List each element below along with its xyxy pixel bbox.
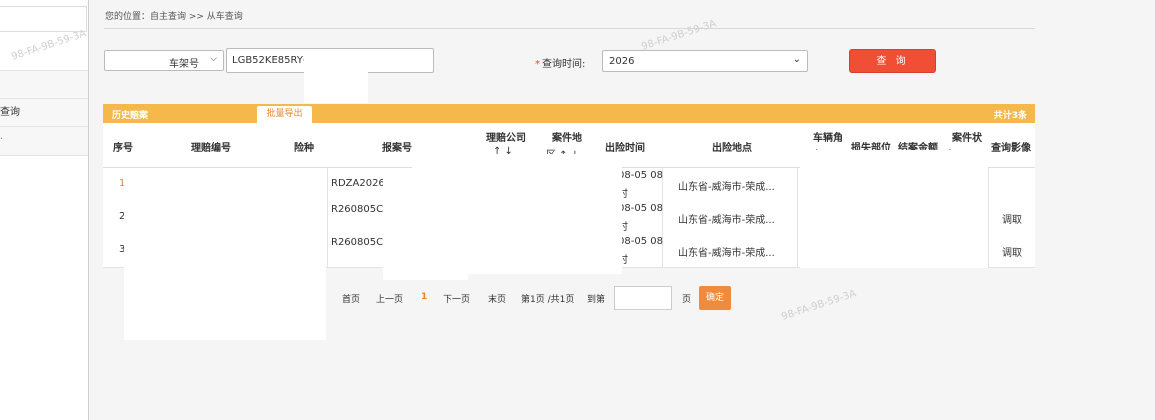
pager-info: 第1页 /共1页 [521, 295, 575, 305]
accident-time: 08-05 08 [618, 203, 663, 214]
chevron-down-icon: ⌵ [210, 54, 217, 64]
breadcrumb: 您的位置：自主查询 >> 从车查询 [105, 12, 243, 22]
pager-goto-label: 到第 [587, 295, 606, 305]
search-type-value: 车架号 [169, 59, 199, 70]
col-header-accident-time: 出险时间 [605, 143, 645, 154]
results-header-band: 历史赔案 批量导出 共计3条 [103, 104, 1035, 123]
sidebar-search-box[interactable] [0, 6, 87, 32]
accident-location: 山东省-威海市-荣成... [678, 215, 775, 226]
search-type-select[interactable]: 车架号 ⌵ [104, 50, 224, 71]
pager-last[interactable]: 末页 [488, 292, 506, 305]
report-number: R260805C0 [331, 237, 390, 248]
left-sidebar: 查询 · [0, 0, 89, 420]
view-image-link[interactable]: 调取 [1002, 211, 1022, 226]
view-image-link[interactable]: 调取 [1002, 244, 1022, 259]
watermark: 98-FA-9B-59-3A [780, 288, 858, 323]
col-header-claim-no: 理赔编号 [191, 143, 231, 154]
pager-first[interactable]: 首页 [342, 292, 360, 305]
query-year-value: 2026 [609, 56, 635, 67]
accident-time: 08-05 08 [618, 236, 663, 247]
accident-location: 山东省-威海市-荣成... [678, 248, 775, 259]
query-time-label: * 查询时间: [535, 55, 585, 70]
sidebar-item-label: · [0, 134, 4, 145]
pager-next[interactable]: 下一页 [443, 292, 470, 305]
required-mark: * [535, 59, 540, 70]
pager-unit-label: 页 [682, 295, 692, 305]
query-button[interactable]: 查 询 [849, 49, 936, 73]
page-number-input[interactable] [614, 286, 672, 310]
col-header-case-status[interactable]: 案件状 [952, 129, 982, 144]
accident-time: 08-05 08 [618, 170, 663, 181]
pager-prev[interactable]: 上一页 [376, 292, 403, 305]
batch-export-button[interactable]: 批量导出 [257, 106, 312, 123]
col-header-accident-location: 出险地点 [712, 143, 752, 154]
query-year-select[interactable]: 2026 ⌄ [602, 50, 808, 72]
sidebar-item-label: 查询 [0, 107, 20, 118]
redaction-block [800, 150, 988, 268]
sidebar-item[interactable] [0, 70, 88, 100]
col-header-report-no: 报案号 [382, 143, 412, 154]
watermark: 98-FA-9B-59-3A [640, 18, 718, 53]
col-header-index: 序号 [113, 143, 133, 154]
divider [104, 28, 1035, 29]
col-header-case-region[interactable]: 案件地 [552, 129, 582, 144]
col-header-claim-company[interactable]: 理赔公司 [486, 129, 526, 144]
sidebar-item-query[interactable]: 查询 [0, 98, 88, 128]
confirm-page-button[interactable]: 确定 [699, 286, 731, 310]
sidebar-item-active[interactable]: · [0, 126, 88, 156]
report-number: R260805C0 [331, 204, 390, 215]
chevron-down-icon: ⌄ [792, 54, 801, 65]
query-time-text: 查询时间: [542, 59, 586, 70]
redaction-block [304, 55, 368, 103]
results-count: 共计3条 [993, 111, 1027, 121]
pager-current[interactable]: 1 [421, 292, 427, 302]
results-title: 历史赔案 [112, 111, 149, 121]
accident-location: 山东省-威海市-荣成... [678, 182, 775, 193]
redaction-block [412, 154, 622, 274]
redaction-block [124, 170, 326, 340]
col-header-vehicle-role[interactable]: 车辆角 [813, 129, 843, 144]
col-header-insurance-type: 险种 [294, 143, 314, 154]
col-header-view-image: 查询影像 [991, 143, 1031, 154]
